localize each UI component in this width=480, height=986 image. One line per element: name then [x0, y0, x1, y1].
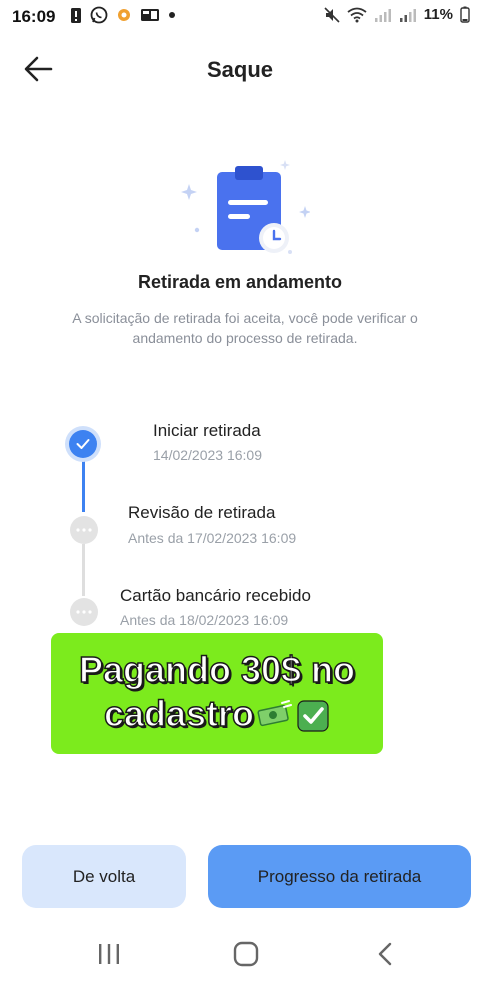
- promo-line-2-wrap: cadastro: [51, 692, 383, 736]
- status-bar: 16:09 11%: [0, 0, 480, 34]
- app-icon: [118, 9, 130, 21]
- ellipsis-icon: [76, 610, 92, 614]
- signal-icon: [374, 8, 391, 22]
- mute-icon: [324, 6, 340, 23]
- step-title: Iniciar retirada: [153, 421, 261, 440]
- dot-icon: [169, 12, 175, 18]
- home-icon[interactable]: [233, 941, 259, 967]
- nav-back-icon[interactable]: [374, 941, 398, 967]
- step-time: Antes da 18/02/2023 16:09: [120, 612, 289, 628]
- page-title: Saque: [206, 57, 274, 82]
- status-description: A solicitação de retirada foi aceita, vo…: [72, 310, 418, 346]
- whatsapp-icon: [90, 6, 108, 24]
- step-title: Cartão bancário recebido: [120, 586, 311, 605]
- signal-icon: [399, 8, 416, 22]
- step-pending-indicator: [70, 516, 98, 544]
- wifi-icon: [347, 7, 367, 22]
- promo-line-1: Pagando 30$ no: [78, 648, 356, 691]
- money-icon: [257, 700, 293, 727]
- battery-icon: [460, 6, 470, 23]
- status-time: 16:09: [12, 7, 56, 26]
- back-action-button[interactable]: De volta: [22, 845, 186, 908]
- step-done-indicator: [69, 430, 97, 458]
- step-pending-indicator: [70, 598, 98, 626]
- status-title: Retirada em andamento: [137, 272, 343, 292]
- clipboard-clock-icon: [181, 160, 310, 254]
- system-icons: 11%: [324, 6, 470, 23]
- alert-icon: [71, 7, 81, 23]
- notification-icons: [70, 6, 176, 24]
- recents-icon[interactable]: [96, 942, 122, 966]
- ellipsis-icon: [76, 528, 92, 532]
- check-icon: [76, 439, 90, 449]
- gallery-icon: [141, 9, 159, 21]
- step-time: 14/02/2023 16:09: [153, 447, 262, 463]
- promo-line-2: cadastro: [103, 692, 255, 735]
- battery-level: 11%: [423, 6, 453, 23]
- timeline-line-done: [82, 456, 85, 512]
- timeline-line-pending: [82, 544, 85, 596]
- step-time: Antes da 17/02/2023 16:09: [128, 530, 297, 546]
- check-mark-icon: [297, 700, 329, 733]
- withdrawal-progress-button[interactable]: Progresso da retirada: [208, 845, 471, 908]
- step-title: Revisão de retirada: [128, 503, 276, 522]
- promo-text: Pagando 30$ no cadastro: [51, 648, 383, 736]
